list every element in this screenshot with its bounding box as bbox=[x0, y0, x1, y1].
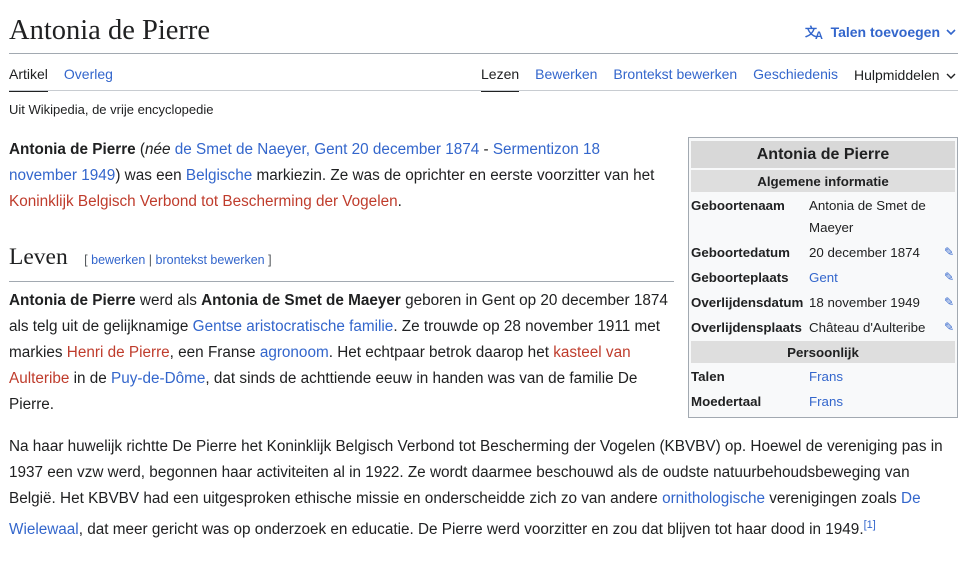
text: - bbox=[479, 141, 493, 158]
pencil-icon[interactable]: ✎ bbox=[944, 295, 954, 309]
chevron-down-icon bbox=[946, 67, 956, 83]
text: , een Franse bbox=[169, 344, 260, 361]
infobox-row: Talen Frans bbox=[689, 365, 957, 388]
section-heading-leven: Leven [ bewerken | brontekst bewerken ] bbox=[9, 244, 674, 282]
subject-name: Antonia de Pierre bbox=[9, 292, 136, 309]
ornithologische-link[interactable]: ornithologische bbox=[662, 490, 765, 507]
belgian-link[interactable]: Belgische bbox=[186, 167, 252, 184]
kbvbv-paragraph: Na haar huwelijk richtte De Pierre het K… bbox=[9, 434, 959, 543]
infobox-value: Frans bbox=[809, 390, 955, 413]
edit-source-section-link[interactable]: brontekst bewerken bbox=[156, 253, 265, 267]
infobox-section-personal: Persoonlijk bbox=[691, 341, 955, 363]
org-redlink[interactable]: Koninklijk Belgisch Verbond tot Bescherm… bbox=[9, 193, 398, 210]
frans-link[interactable]: Frans bbox=[809, 369, 843, 384]
infobox-row: Overlijdensdatum 18 november 1949 ✎ bbox=[689, 291, 957, 314]
leven-paragraph: Antonia de Pierre werd als Antonia de Sm… bbox=[9, 288, 669, 418]
add-languages-label: Talen toevoegen bbox=[830, 24, 940, 40]
infobox-value: Frans bbox=[809, 365, 955, 388]
frans-link[interactable]: Frans bbox=[809, 394, 843, 409]
infobox-row: Overlijdensplaats Château d'Aulteribe ✎ bbox=[689, 316, 957, 339]
text: , dat meer gericht was op onderzoek en e… bbox=[78, 521, 864, 539]
text: in de bbox=[69, 370, 112, 387]
infobox-row: Geboortedatum 20 december 1874 ✎ bbox=[689, 241, 957, 264]
puy-link[interactable]: Puy-de-Dôme bbox=[111, 370, 205, 387]
text: . Het echtpaar betrok daarop het bbox=[328, 344, 554, 361]
gent-link[interactable]: Gent bbox=[809, 270, 838, 285]
add-languages-button[interactable]: 文A Talen toevoegen bbox=[805, 24, 956, 40]
section-edit-links: [ bewerken | brontekst bewerken ] bbox=[84, 253, 271, 267]
page-title: Antonia de Pierre bbox=[9, 15, 211, 46]
text: . bbox=[397, 193, 402, 210]
text: werd als bbox=[135, 292, 202, 309]
edit-section-link[interactable]: bewerken bbox=[91, 253, 145, 267]
infobox-label: Overlijdensdatum bbox=[691, 295, 804, 310]
infobox-row: Geboortenaam Antonia de Smet de Maeyer bbox=[689, 194, 957, 239]
nee-label: née bbox=[145, 141, 171, 158]
infobox-value: Gent bbox=[809, 266, 955, 289]
tab-artikel[interactable]: Artikel bbox=[9, 64, 48, 92]
infobox-value: 18 november 1949 bbox=[809, 295, 920, 310]
site-tagline: Uit Wikipedia, de vrije encyclopedie bbox=[9, 102, 214, 117]
title-divider bbox=[9, 53, 958, 54]
pencil-icon[interactable]: ✎ bbox=[944, 320, 954, 334]
intro-paragraph: Antonia de Pierre (née de Smet de Naeyer… bbox=[9, 137, 669, 215]
henri-redlink[interactable]: Henri de Pierre bbox=[67, 344, 170, 361]
infobox-row: Moedertaal Frans bbox=[689, 390, 957, 413]
infobox-value: Antonia de Smet de Maeyer bbox=[809, 198, 926, 235]
text: verenigingen zoals bbox=[764, 490, 902, 507]
chevron-down-icon bbox=[946, 28, 956, 36]
infobox-row: Geboorteplaats Gent ✎ bbox=[689, 266, 957, 289]
infobox-label: Geboortenaam bbox=[691, 198, 785, 213]
view-tabs: Lezen Bewerken Brontekst bewerken Geschi… bbox=[481, 64, 972, 92]
pencil-icon[interactable]: ✎ bbox=[944, 270, 954, 284]
infobox-title: Antonia de Pierre bbox=[691, 141, 955, 168]
tools-label: Hulpmiddelen bbox=[853, 67, 940, 83]
separator: | bbox=[145, 253, 156, 267]
agronoom-link[interactable]: agronoom bbox=[260, 344, 329, 361]
infobox-label: Geboortedatum bbox=[691, 245, 790, 260]
tab-brontekst-bewerken[interactable]: Brontekst bewerken bbox=[613, 64, 737, 92]
svg-text:A: A bbox=[815, 30, 823, 40]
namespace-tabs: Artikel Overleg bbox=[9, 64, 129, 92]
family-link[interactable]: Gentse aristocratische familie bbox=[193, 318, 394, 335]
infobox-label: Overlijdensplaats bbox=[691, 320, 802, 335]
infobox-value: 20 december 1874 bbox=[809, 245, 920, 260]
pencil-icon[interactable]: ✎ bbox=[944, 245, 954, 259]
birth-name: Antonia de Smet de Maeyer bbox=[201, 292, 401, 309]
tab-bewerken[interactable]: Bewerken bbox=[535, 64, 597, 92]
infobox-label: Talen bbox=[691, 369, 725, 384]
infobox-value: Château d'Aulteribe bbox=[809, 320, 926, 335]
section-title: Leven bbox=[9, 244, 68, 270]
reference-link[interactable]: [1] bbox=[864, 519, 876, 531]
infobox-label: Moedertaal bbox=[691, 394, 762, 409]
birth-link[interactable]: de Smet de Naeyer, Gent 20 december 1874 bbox=[175, 141, 479, 158]
text: ( bbox=[135, 141, 146, 158]
tab-lezen[interactable]: Lezen bbox=[481, 64, 520, 92]
translate-icon: 文A bbox=[805, 24, 825, 40]
tools-menu[interactable]: Hulpmiddelen bbox=[854, 64, 956, 92]
text: ) was een bbox=[115, 167, 186, 184]
infobox: Antonia de Pierre Algemene informatie Ge… bbox=[688, 137, 958, 418]
infobox-section-general: Algemene informatie bbox=[691, 170, 955, 192]
bracket: ] bbox=[264, 253, 272, 267]
subject-name: Antonia de Pierre bbox=[9, 141, 136, 158]
tab-geschiedenis[interactable]: Geschiedenis bbox=[753, 64, 838, 92]
tab-overleg[interactable]: Overleg bbox=[64, 64, 113, 92]
infobox-label: Geboorteplaats bbox=[691, 270, 789, 285]
tabs-divider bbox=[9, 90, 958, 91]
text: markiezin. Ze was de oprichter en eerste… bbox=[252, 167, 655, 184]
